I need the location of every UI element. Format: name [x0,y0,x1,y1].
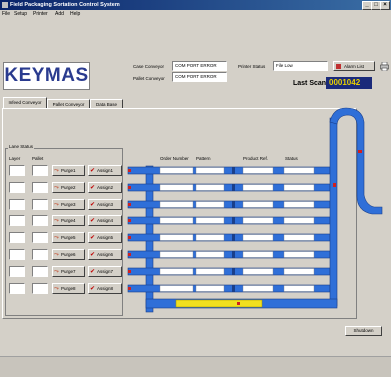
loop-sensor [358,150,362,153]
lane-cell [283,184,315,191]
lane-cell [283,217,315,224]
status-bar [0,356,391,377]
riser-sensor [333,183,336,187]
lane-sensor [128,270,131,273]
lane-cell [159,201,194,208]
lane-sensor [128,253,131,256]
lane-gate [232,268,235,275]
lane-cell [242,285,274,292]
lane-gate [232,184,235,191]
lane-cell [195,201,225,208]
lane-cell [159,217,194,224]
lane-cell [159,285,194,292]
lane-sensor [128,203,131,206]
lane-cell [195,167,225,174]
lane-cell [242,201,274,208]
lane-cell [283,234,315,241]
lane-cell [195,268,225,275]
lane-gate [232,201,235,208]
lane-cell [242,217,274,224]
lane-sensor [128,169,131,172]
lane-cell [242,268,274,275]
lane-cell [195,217,225,224]
lane-gate [232,234,235,241]
lane-cell [283,285,315,292]
lane-cell [242,167,274,174]
conveyor-riser [329,117,338,307]
lane-sensor [128,219,131,222]
pallet-sensor [237,302,240,305]
lane-cell [159,251,194,258]
lane-gate [232,251,235,258]
lane-gate [232,167,235,174]
lane-cell [195,251,225,258]
conveyor-diagram [127,107,383,313]
lane-sensor [128,186,131,189]
lane-sensor [128,287,131,290]
lane-cell [195,285,225,292]
lane-sensor [128,236,131,239]
lane-cell [242,234,274,241]
lane-cell [195,184,225,191]
lane-cell [283,251,315,258]
lane-cell [159,184,194,191]
lane-cell [283,268,315,275]
lane-gate [232,285,235,292]
lane-cell [242,251,274,258]
lane-cell [195,234,225,241]
active-pallet [175,299,263,308]
lane-cell [159,268,194,275]
lane-gate [232,217,235,224]
lane-cell [159,167,194,174]
conveyor-loop [329,107,383,215]
shutdown-button[interactable]: Shutdown [345,326,382,336]
lane-cell [242,184,274,191]
lane-cell [159,234,194,241]
lane-cell [283,167,315,174]
lane-cell [283,201,315,208]
